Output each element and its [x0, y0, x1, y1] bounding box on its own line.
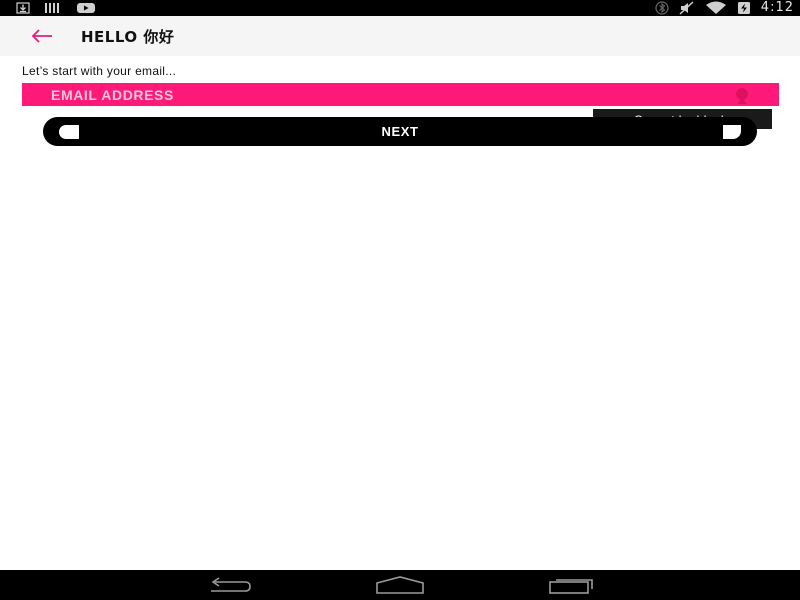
recents-icon	[549, 579, 593, 594]
mute-icon	[679, 1, 694, 15]
email-prompt: Let’s start with your email...	[22, 64, 177, 78]
back-button[interactable]	[28, 24, 56, 48]
navigation-bar	[0, 570, 800, 600]
wifi-icon	[705, 1, 726, 14]
signal-bars-icon	[45, 3, 59, 13]
status-bar-right: 4:12	[655, 0, 794, 16]
page-title: HELLO 你好	[81, 28, 175, 46]
nav-home-button[interactable]	[372, 574, 428, 596]
youtube-icon	[77, 3, 95, 13]
email-field[interactable]	[22, 83, 779, 106]
next-button[interactable]: NEXT	[43, 117, 757, 146]
bluetooth-icon	[655, 1, 669, 15]
next-button-label: NEXT	[381, 124, 419, 139]
error-icon	[736, 88, 748, 104]
status-bar: 4:12	[0, 0, 800, 16]
status-bar-left	[16, 1, 96, 15]
back-icon	[211, 577, 251, 592]
arrow-left-icon	[31, 29, 52, 43]
status-time: 4:12	[760, 0, 794, 15]
nav-recents-button[interactable]	[544, 574, 600, 596]
battery-charging-icon	[737, 2, 750, 14]
nav-back-button[interactable]	[201, 574, 257, 596]
app-bar: HELLO 你好	[0, 16, 800, 56]
download-icon	[16, 2, 30, 14]
screen: 4:12 HELLO 你好 Let’s start with your emai…	[0, 0, 800, 600]
home-icon	[376, 576, 424, 594]
